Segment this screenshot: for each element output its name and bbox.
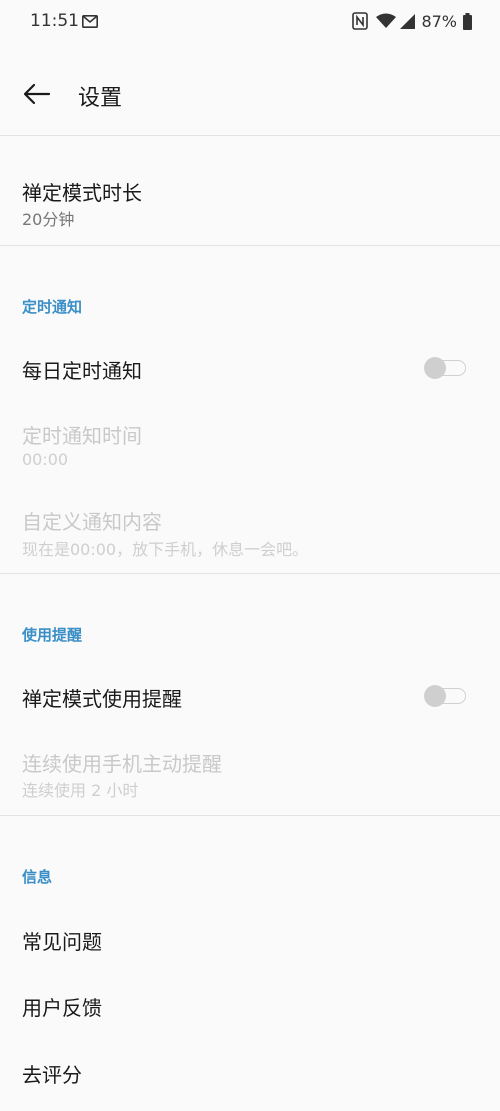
daily-notification-title: 每日定时通知 [22, 359, 142, 383]
page-title: 设置 [78, 86, 123, 111]
faq-label: 常见问题 [22, 930, 102, 954]
mail-icon [82, 13, 98, 28]
daily-notification-toggle[interactable] [424, 357, 466, 379]
section-header-usage-reminder: 使用提醒 [22, 626, 83, 644]
wifi-icon [376, 13, 397, 29]
rate-label: 去评分 [22, 1063, 82, 1087]
divider [0, 815, 500, 816]
arrow-left-icon [23, 83, 51, 105]
nfc-icon [352, 12, 369, 30]
status-bar: 11:51 87% [0, 0, 500, 44]
notification-time-value: 00:00 [22, 450, 69, 469]
cell-signal-icon [400, 13, 416, 29]
battery-icon [463, 12, 472, 30]
continuous-use-value: 连续使用 2 小时 [22, 781, 139, 800]
section-header-info: 信息 [22, 868, 53, 886]
status-icons: 87% [352, 10, 472, 32]
divider [0, 573, 500, 574]
continuous-use-title: 连续使用手机主动提醒 [22, 752, 222, 776]
divider [0, 135, 500, 136]
zen-duration-value: 20分钟 [22, 210, 75, 229]
divider [0, 245, 500, 246]
custom-content-title: 自定义通知内容 [22, 510, 162, 534]
notification-time-title: 定时通知时间 [22, 424, 142, 448]
section-header-timed-notification: 定时通知 [22, 298, 83, 316]
zen-duration-title: 禅定模式时长 [22, 181, 142, 205]
back-button[interactable] [20, 80, 54, 108]
zen-usage-reminder-toggle[interactable] [424, 685, 466, 707]
status-time: 11:51 [30, 11, 79, 31]
battery-percent: 87% [421, 11, 457, 31]
zen-usage-reminder-title: 禅定模式使用提醒 [22, 687, 182, 711]
feedback-label: 用户反馈 [22, 996, 102, 1020]
app-bar: 设置 [0, 56, 500, 134]
custom-content-value: 现在是00:00，放下手机，休息一会吧。 [22, 540, 309, 559]
